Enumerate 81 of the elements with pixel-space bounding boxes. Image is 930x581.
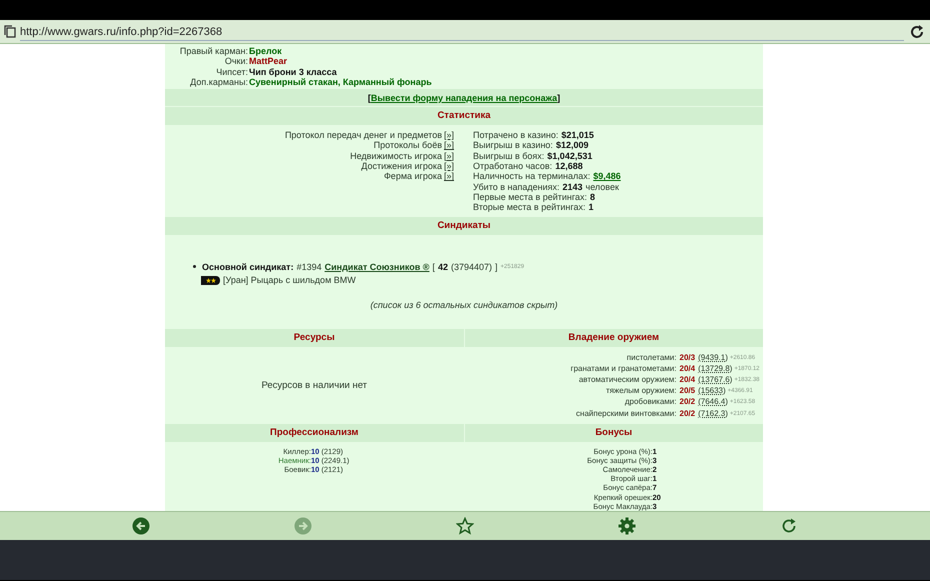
weapon-label: пистолетами: — [626, 352, 678, 363]
syndicate-label: Основной синдикат: — [202, 262, 294, 272]
copy-icon[interactable] — [4, 25, 16, 38]
weapon-points: (7162.3) — [698, 408, 729, 419]
weapon-grade: 20/4 — [680, 375, 696, 386]
field-value: Чип брони 3 класса — [249, 66, 337, 77]
star-icon[interactable] — [456, 517, 474, 535]
section-header: Ресурсы — [165, 329, 464, 348]
stat-value: 1 — [588, 202, 594, 213]
stat-label: Первые места в рейтингах: — [473, 192, 587, 202]
weapon-points: (13767.6) — [698, 375, 734, 386]
field-label: Очки: — [224, 56, 249, 67]
weapon-points: (15633) — [698, 386, 727, 396]
attack-form-link[interactable]: Вывести форму нападения на персонажа — [370, 92, 558, 103]
bracket: ] — [495, 262, 498, 272]
stat-label: Отработано часов: — [473, 161, 552, 172]
stat-link[interactable]: $9,486 — [593, 171, 621, 182]
stat-label: Выигрыш в боях: — [473, 150, 544, 162]
stat-value: 12,688 — [555, 161, 583, 172]
weapon-label: дробовиками: — [624, 397, 678, 408]
url-field[interactable]: http://www.gwars.ru/info.php?id=2267368 — [20, 22, 904, 40]
field-label: Доп.карманы: — [189, 76, 249, 88]
open-link[interactable]: [»] — [444, 140, 454, 151]
weapon-label: гранатами и гранатометами: — [570, 364, 678, 374]
open-link[interactable]: [»] — [444, 130, 454, 140]
stat-value: $1,042,531 — [547, 150, 592, 162]
field-label: Чипсет: — [215, 66, 249, 77]
syndicate-number: #1394 — [296, 262, 322, 272]
stat-link-label: Протоколы боёв — [374, 140, 442, 151]
open-link[interactable]: [»] — [444, 150, 454, 162]
section-header: Статистика — [165, 107, 763, 126]
item-link[interactable]: Брелок — [249, 46, 282, 56]
open-link[interactable]: [»] — [444, 171, 454, 182]
syndicate-link[interactable]: Синдикат Союзников ® — [324, 262, 430, 272]
rank-badge-icon — [201, 276, 220, 285]
reload-icon[interactable] — [780, 517, 798, 535]
weapon-points: (7646.4) — [698, 397, 729, 408]
section-header: Бонусы — [464, 424, 763, 442]
hidden-note: (список из 6 остальных синдикатов скрыт) — [370, 300, 558, 310]
open-link[interactable]: [»] — [444, 161, 454, 172]
stat-value: 2143 — [562, 182, 583, 192]
resources-text: Ресурсов в наличии нет — [261, 380, 368, 391]
stat-link-label: Достижения игрока — [361, 161, 442, 172]
weapon-label: автоматическим оружием: — [578, 375, 678, 386]
stat-label: Наличность на терминалах: — [473, 171, 590, 182]
bracket: [ — [368, 92, 371, 103]
section-header: Синдикаты — [165, 217, 763, 236]
stat-label: Вторые места в рейтингах: — [473, 202, 586, 213]
settings-icon[interactable] — [618, 517, 636, 535]
syndicate-rank: 42 — [438, 262, 448, 272]
weapon-label: снайперскими винтовками: — [575, 408, 678, 419]
weapon-label: тяжелым оружием: — [604, 386, 678, 396]
stat-link-label: Протокол передач денег и предметов — [284, 130, 442, 140]
stat-link-label: Недвижимость игрока — [350, 150, 442, 162]
bracket: [ — [432, 262, 435, 272]
bracket: ] — [557, 92, 560, 103]
weapon-grade: 20/2 — [680, 408, 696, 419]
stat-label: Потрачено в казино: — [473, 130, 558, 140]
stat-value: 8 — [590, 192, 596, 202]
section-header: Владение оружием — [464, 329, 763, 348]
stat-suffix: человек — [586, 182, 619, 192]
weapon-grade: 20/5 — [680, 386, 696, 396]
weapon-grade: 20/4 — [680, 364, 696, 374]
stat-value: $12,009 — [556, 140, 588, 151]
stat-label: Убито в нападениях: — [473, 182, 560, 192]
stat-value: $21,015 — [561, 130, 594, 140]
weapon-grade: 20/3 — [680, 352, 696, 363]
field-label: Правый карман: — [178, 46, 249, 56]
weapon-grade: 20/2 — [680, 397, 696, 408]
section-header: Профессионализм — [165, 424, 464, 442]
weapon-points: (9439.1) — [698, 352, 729, 363]
weapon-points: (13729.8) — [698, 364, 734, 374]
syndicate-points: (3794407) — [450, 262, 492, 272]
back-icon[interactable] — [132, 517, 150, 535]
field-value: MattPear — [249, 56, 288, 67]
item-link[interactable]: Сувенирный стакан, Карманный фонарь — [249, 76, 432, 88]
stat-label: Выигрыш в казино: — [473, 140, 553, 151]
reload-icon[interactable] — [908, 22, 926, 40]
bullet-icon — [193, 265, 196, 268]
stat-link-label: Ферма игрока — [384, 171, 442, 182]
rank-title: [Уран] Рыцарь с шильдом BMW — [223, 275, 356, 286]
